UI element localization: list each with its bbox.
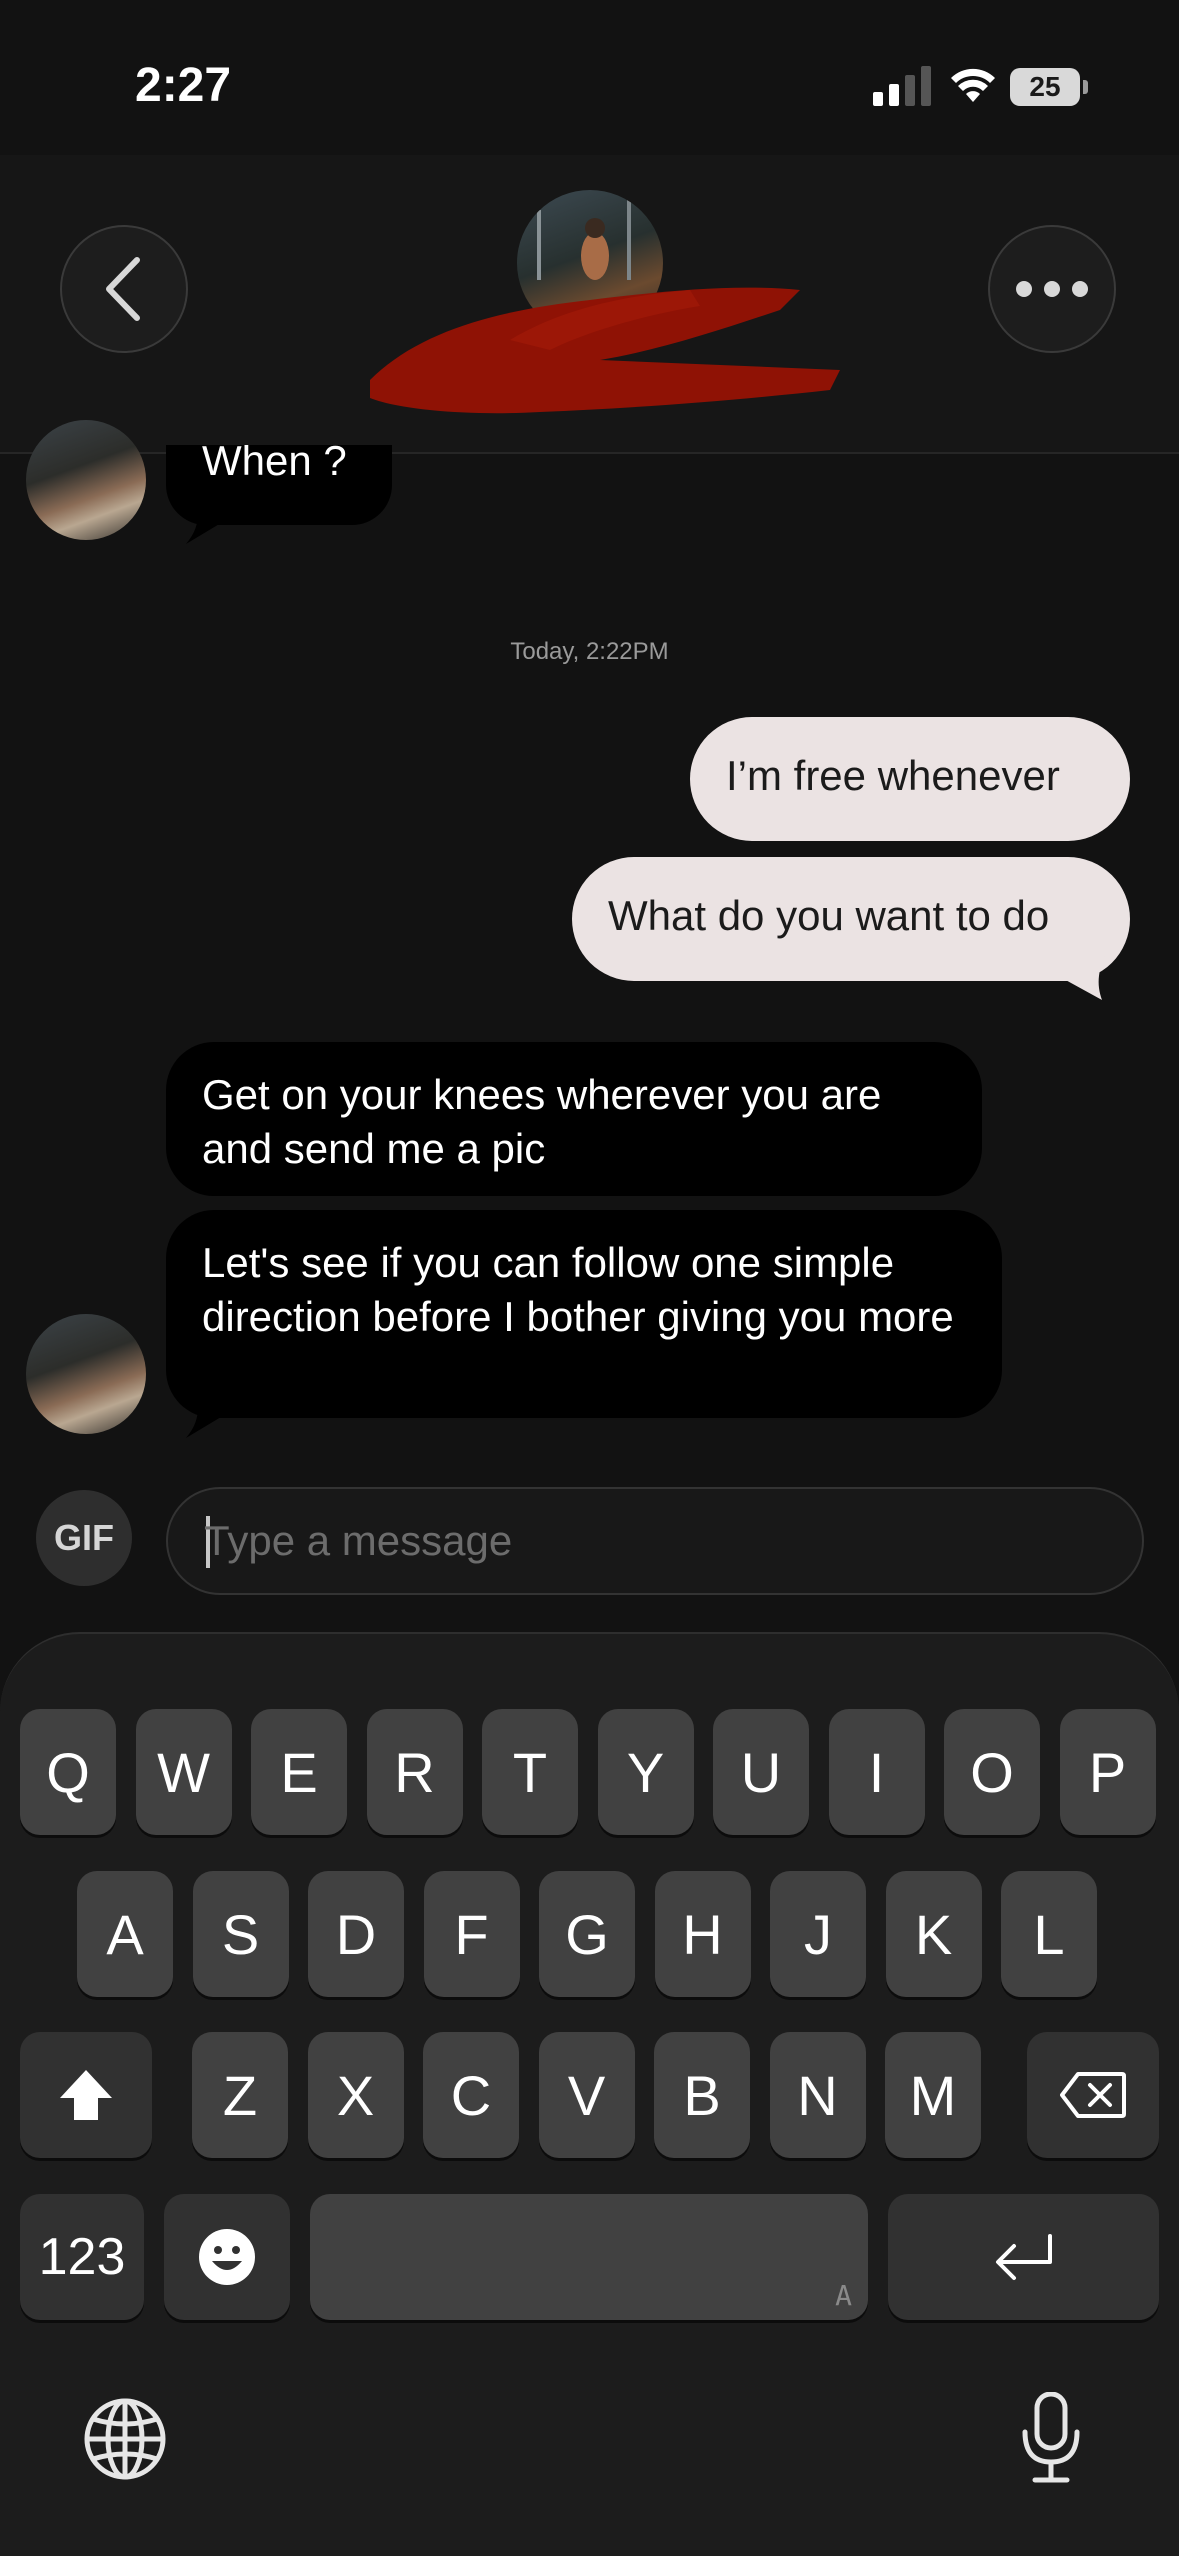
- key-f[interactable]: F: [423, 1871, 520, 1997]
- key-l[interactable]: L: [1001, 1871, 1097, 1997]
- return-arrow-icon: [995, 2234, 1052, 2280]
- key-p[interactable]: P: [1059, 1709, 1156, 1835]
- key-label: M: [909, 2063, 957, 2127]
- key-label: S: [221, 1902, 260, 1966]
- message-input-wrapper[interactable]: [166, 1487, 1144, 1595]
- key-d[interactable]: D: [308, 1871, 404, 1997]
- key-z[interactable]: Z: [192, 2032, 288, 2158]
- key-label: V: [567, 2063, 606, 2127]
- message-text: What do you want to do: [608, 892, 1050, 939]
- space-key-hint: A: [835, 2279, 852, 2312]
- chevron-left-icon: [106, 257, 140, 321]
- keyboard: Q W E R T Y U I O P A S D F G H J K L Z X C V B N M 123 A: [0, 1632, 1179, 2556]
- key-label: X: [336, 2063, 375, 2127]
- key-x[interactable]: X: [307, 2032, 404, 2158]
- sender-avatar[interactable]: [26, 1314, 146, 1434]
- key-label: O: [970, 1740, 1014, 1804]
- key-t[interactable]: T: [482, 1709, 578, 1835]
- more-options-button[interactable]: [988, 225, 1116, 353]
- key-label: Q: [46, 1740, 90, 1804]
- message-text: Let's see if you can follow one simple d…: [202, 1239, 954, 1340]
- backspace-icon: [1060, 2072, 1126, 2118]
- key-label: J: [804, 1902, 832, 1966]
- message-text: Get on your knees wherever you are and s…: [202, 1071, 882, 1172]
- key-label: Y: [626, 1740, 665, 1804]
- key-label: K: [914, 1902, 953, 1966]
- key-a[interactable]: A: [77, 1871, 173, 1997]
- key-label: Z: [222, 2063, 258, 2127]
- key-label: T: [512, 1740, 548, 1804]
- key-label: L: [1033, 1902, 1065, 1966]
- key-k[interactable]: K: [885, 1871, 982, 1997]
- space-key[interactable]: A: [310, 2194, 868, 2320]
- key-s[interactable]: S: [192, 1871, 289, 1997]
- message-text: I’m free whenever: [726, 752, 1060, 799]
- key-m[interactable]: M: [885, 2032, 981, 2158]
- key-y[interactable]: Y: [597, 1709, 694, 1835]
- microphone-icon: [1022, 2392, 1080, 2483]
- key-r[interactable]: R: [366, 1709, 463, 1835]
- key-label: F: [454, 1902, 489, 1966]
- key-label: D: [335, 1902, 377, 1966]
- emoji-icon: [199, 2229, 255, 2285]
- name-redaction-scribble: [370, 287, 840, 414]
- bubble-tail: [1062, 950, 1108, 1000]
- key-label: B: [683, 2063, 721, 2127]
- key-o[interactable]: O: [944, 1709, 1040, 1835]
- key-label: H: [682, 1902, 723, 1966]
- key-e[interactable]: E: [251, 1709, 347, 1835]
- key-j[interactable]: J: [770, 1871, 866, 1997]
- return-key[interactable]: [888, 2194, 1159, 2320]
- message-bubble-incoming: Let's see if you can follow one simple d…: [166, 1210, 1002, 1418]
- globe-button[interactable]: [80, 2394, 170, 2484]
- key-c[interactable]: C: [423, 2032, 519, 2158]
- delete-key[interactable]: [1027, 2032, 1159, 2158]
- gif-label: GIF: [54, 1517, 114, 1558]
- message-bubble-incoming: Get on your knees wherever you are and s…: [166, 1042, 982, 1196]
- key-label: C: [450, 2063, 492, 2127]
- message-input[interactable]: [204, 1489, 1084, 1593]
- emoji-key[interactable]: [164, 2194, 290, 2320]
- key-label: U: [740, 1740, 782, 1804]
- key-u[interactable]: U: [713, 1709, 809, 1835]
- key-label: A: [106, 1902, 144, 1966]
- key-b[interactable]: B: [654, 2032, 750, 2158]
- key-label: I: [868, 1740, 885, 1804]
- key-label: N: [797, 2063, 838, 2127]
- battery-icon: 25: [1010, 68, 1088, 106]
- wifi-icon: [951, 68, 995, 102]
- ellipsis-icon: [1016, 281, 1088, 297]
- bubble-tail: [186, 500, 226, 544]
- bubble-tail: [186, 1394, 226, 1438]
- key-w[interactable]: W: [135, 1709, 232, 1835]
- message-text: When ?: [202, 445, 347, 484]
- back-button[interactable]: [60, 225, 188, 353]
- key-label: P: [1088, 1740, 1127, 1804]
- key-label: E: [280, 1740, 318, 1804]
- gif-button[interactable]: GIF: [36, 1490, 132, 1586]
- key-g[interactable]: G: [539, 1871, 635, 1997]
- battery-level: 25: [1029, 71, 1061, 102]
- numbers-key[interactable]: 123: [20, 2194, 144, 2320]
- shift-key[interactable]: [20, 2032, 152, 2158]
- key-q[interactable]: Q: [20, 1709, 116, 1835]
- key-label: R: [394, 1740, 435, 1804]
- key-n[interactable]: N: [769, 2032, 866, 2158]
- numbers-key-label: 123: [38, 2228, 126, 2286]
- message-bubble-outgoing: I’m free whenever: [690, 717, 1130, 841]
- message-bubble-outgoing: What do you want to do: [572, 857, 1130, 981]
- dictation-button[interactable]: [1008, 2388, 1094, 2488]
- key-v[interactable]: V: [538, 2032, 635, 2158]
- status-time: 2:27: [135, 59, 232, 112]
- message-timestamp: Today, 2:22PM: [510, 638, 669, 665]
- cellular-signal-icon: [873, 66, 931, 106]
- key-label: G: [565, 1902, 609, 1966]
- globe-icon: [84, 2398, 166, 2480]
- key-h[interactable]: H: [654, 1871, 751, 1997]
- shift-arrow-icon: [60, 2070, 112, 2120]
- sender-avatar[interactable]: [26, 420, 146, 540]
- key-i[interactable]: I: [828, 1709, 925, 1835]
- key-label: W: [157, 1740, 210, 1804]
